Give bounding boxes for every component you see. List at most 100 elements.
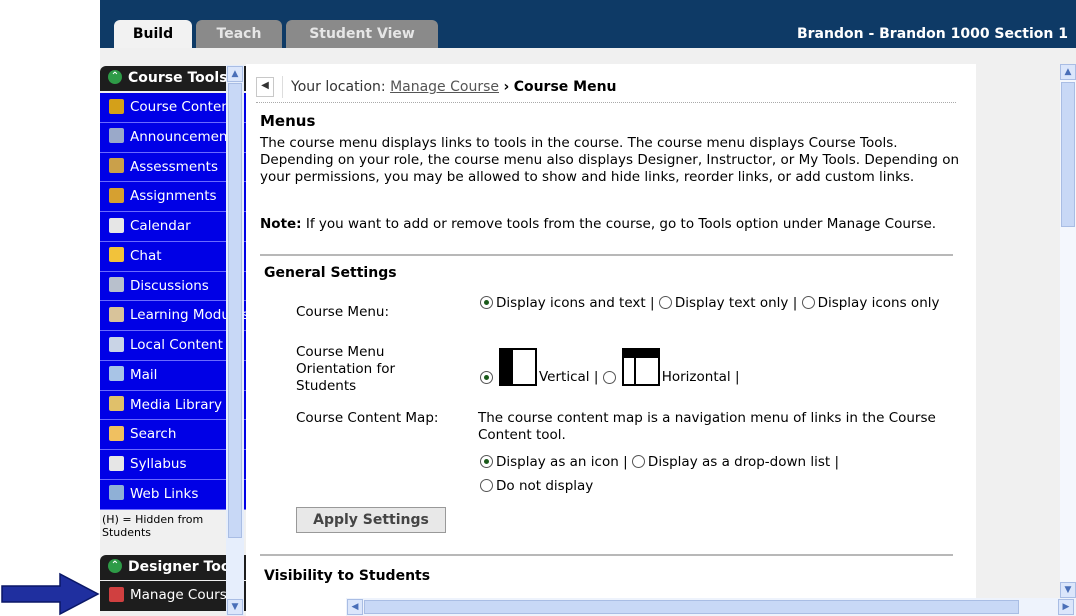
course-menu-label: Course Menu: (296, 304, 390, 320)
sidebar-item-label: Chat (130, 247, 162, 264)
option-separator: | (650, 295, 655, 311)
content-hscroll-thumb[interactable] (364, 600, 1019, 614)
breadcrumb-link-manage-course[interactable]: Manage Course (390, 79, 499, 95)
option-separator: | (593, 369, 599, 385)
chat-icon (109, 247, 124, 263)
option-label: Display icons and text (496, 295, 646, 311)
option-label: Display icons only (817, 295, 940, 311)
assignment-icon (109, 187, 124, 203)
radio-display-as-icon[interactable] (480, 454, 493, 468)
content-map-label: Course Content Map: (296, 410, 439, 426)
option-label: Vertical (539, 369, 590, 385)
option-label: Do not display (496, 478, 594, 494)
option-label: Display text only (674, 295, 789, 311)
module-icon (109, 306, 124, 322)
horizontal-layout-icon (621, 348, 660, 386)
breadcrumb-current: Course Menu (513, 79, 617, 95)
scroll-right-icon[interactable]: ▶ (1058, 599, 1074, 615)
content-scroll-thumb[interactable] (1061, 82, 1075, 227)
sidebar-item-label: Announcements (130, 128, 240, 145)
sidebar-item-label: Discussions (130, 277, 209, 294)
mail-icon (109, 366, 124, 382)
sidebar-item-label: Assignments (130, 188, 217, 205)
back-icon[interactable]: ◀ (256, 77, 274, 97)
breadcrumb-prefix: Your location: (291, 79, 386, 95)
sidebar-item-label: Manage Course (130, 587, 236, 603)
note-label: Note: (260, 216, 302, 232)
scroll-up-icon[interactable]: ▲ (1060, 64, 1076, 80)
option-separator: | (792, 295, 798, 311)
sidebar-item-label: Assessments (130, 158, 219, 175)
scroll-down-icon[interactable]: ▼ (1060, 582, 1076, 598)
menus-description: The course menu displays links to tools … (260, 135, 960, 185)
general-settings-title: General Settings (264, 265, 397, 281)
option-label: Display as an icon (496, 454, 619, 470)
search-icon (109, 425, 124, 441)
tab-build[interactable]: Build (114, 20, 192, 48)
collapse-section-icon[interactable]: ⌃ (108, 70, 122, 84)
globe-icon (109, 485, 124, 501)
sidebar-scroll-thumb[interactable] (228, 83, 242, 538)
sidebar-item-label: Syllabus (130, 456, 187, 472)
scroll-left-icon[interactable]: ◀ (347, 599, 363, 615)
main-content: ◀ Your location: Manage Course › Course M… (246, 64, 976, 616)
divider (260, 554, 953, 556)
divider (260, 254, 953, 256)
apply-settings-button[interactable]: Apply Settings (296, 507, 446, 533)
breadcrumb-separator: › (503, 79, 510, 95)
option-label: Horizontal (661, 369, 731, 385)
option-separator: | (834, 454, 840, 470)
sidebar-item-label: Course Content (130, 99, 236, 115)
course-name: Brandon - Brandon 1000 Section 1 (796, 26, 1068, 42)
option-separator: | (623, 454, 628, 470)
tab-teach[interactable]: Teach (196, 20, 282, 48)
scroll-up-icon[interactable]: ▲ (227, 66, 243, 82)
course-menu-options: Display icons and text | Display text on… (480, 295, 939, 312)
sidebar-item-label: Local Content (130, 337, 223, 353)
content-horizontal-scrollbar[interactable]: ◀ ▶ (346, 598, 1076, 616)
syllabus-icon (109, 455, 124, 471)
radio-display-text-only[interactable] (658, 295, 672, 309)
breadcrumb: ◀ Your location: Manage Course › Course M… (256, 72, 956, 103)
home-icon (109, 98, 124, 114)
scroll-down-icon[interactable]: ▼ (227, 599, 243, 615)
sidebar-item-label: Mail (130, 366, 158, 383)
sidebar-item-label: Calendar (130, 218, 191, 234)
note-text: If you want to add or remove tools from … (301, 216, 937, 232)
radio-do-not-display[interactable] (480, 478, 493, 492)
radio-horizontal[interactable] (602, 371, 616, 384)
option-separator: | (734, 369, 740, 385)
content-map-options: Display as an icon | Display as a drop-d… (480, 454, 839, 471)
sidebar-item-label: Search (130, 426, 177, 443)
radio-display-as-dropdown[interactable] (631, 454, 645, 468)
content-map-description: The course content map is a navigation m… (478, 410, 936, 443)
tab-student-view[interactable]: Student View (286, 20, 438, 48)
collapse-section-icon[interactable]: ⌃ (108, 559, 122, 573)
disc-icon (109, 336, 124, 352)
radio-vertical[interactable] (480, 371, 493, 384)
pointer-arrow-icon (1, 572, 100, 616)
sidebar-item-label: Web Links (130, 485, 199, 502)
top-bar: Build Teach Student View Brandon - Brand… (100, 0, 1076, 48)
content-map-options-2: Do not display (480, 478, 593, 495)
manage-course-icon (109, 586, 124, 602)
orientation-options: Vertical | Horizontal | (480, 348, 740, 392)
breadcrumb-divider (282, 76, 283, 98)
radio-display-icons-only[interactable] (801, 295, 815, 309)
page-title: Menus (260, 112, 316, 130)
menus-note: Note: If you want to add or remove tools… (260, 216, 960, 233)
vertical-layout-icon (499, 348, 537, 386)
radio-display-icons-and-text[interactable] (480, 295, 493, 309)
calendar-icon (109, 217, 124, 233)
visibility-title: Visibility to Students (264, 568, 431, 584)
option-label: Display as a drop-down list (647, 454, 831, 470)
assessment-icon (109, 158, 124, 173)
orientation-label: Course Menu Orientation for Students (296, 344, 396, 394)
sidebar-item-label: Media Library (130, 396, 223, 413)
megaphone-icon (109, 128, 124, 144)
content-vertical-scrollbar[interactable]: ▲ ▼ (1060, 64, 1076, 600)
media-icon (109, 396, 124, 411)
sidebar-scrollbar[interactable]: ▲ ▼ (226, 65, 244, 616)
pin-icon (109, 277, 124, 292)
course-tools-title: Course Tools (128, 70, 228, 86)
